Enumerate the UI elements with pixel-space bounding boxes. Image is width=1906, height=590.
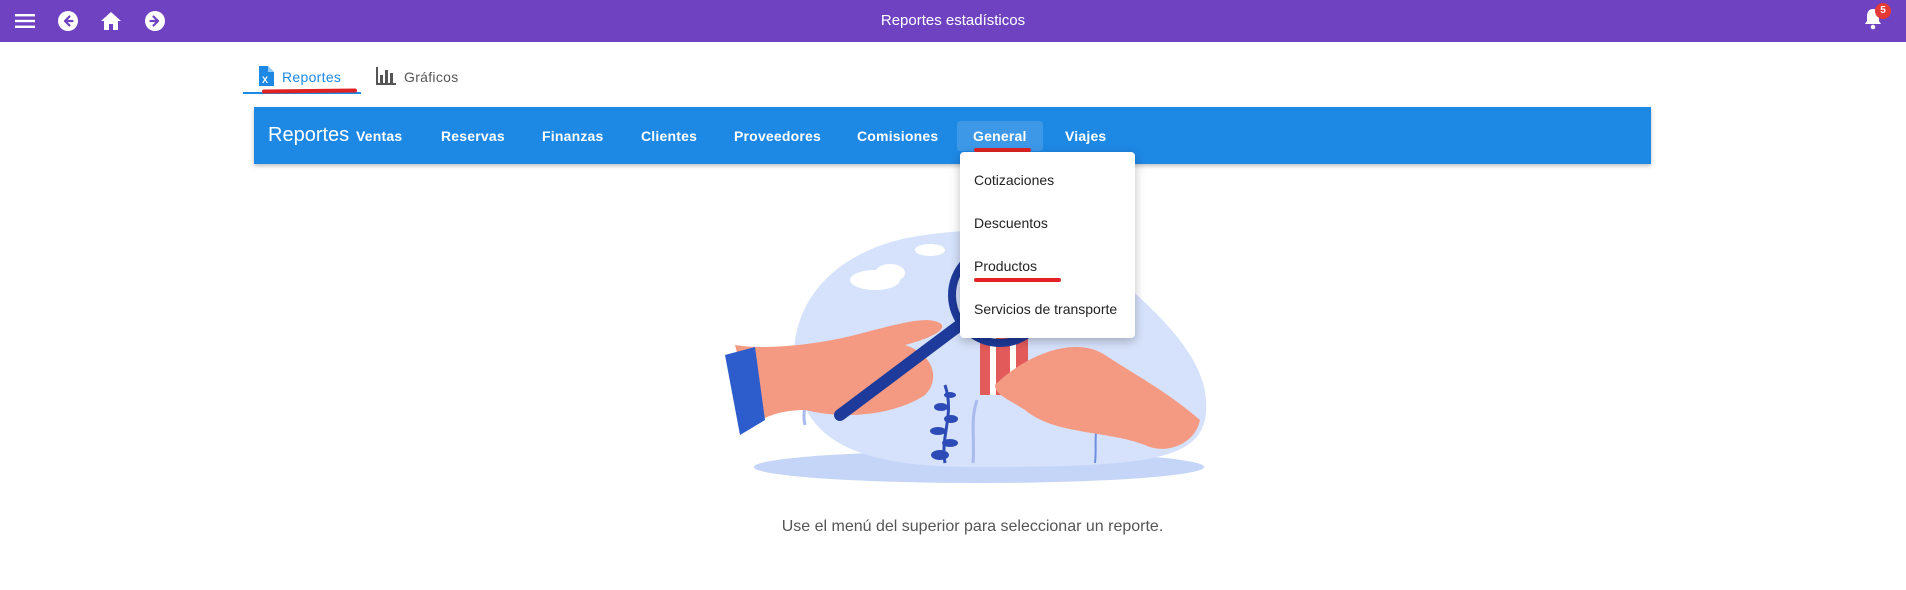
home-icon[interactable] [97,7,125,35]
annotation-underline [974,278,1061,282]
menu-item-general[interactable]: General [957,121,1043,151]
empty-state-message: Use el menú del superior para selecciona… [781,518,1164,535]
toolbar-title: Reportes [268,124,350,146]
tab-graficos[interactable]: Gráficos [376,62,459,92]
menu-item-proveedores[interactable]: Proveedores [718,121,837,151]
menu-item-comisiones[interactable]: Comisiones [841,121,954,151]
bar-chart-icon [376,66,396,88]
dropdown-item-descuentos[interactable]: Descuentos [960,203,1135,243]
tab-label: Gráficos [404,69,459,85]
app-bar: Reportes estadísticos 5 [0,0,1906,42]
general-dropdown-menu: Cotizaciones Descuentos Productos Servic… [960,152,1135,338]
menu-item-finanzas[interactable]: Finanzas [526,121,620,151]
menu-item-reservas[interactable]: Reservas [425,121,521,151]
back-icon[interactable] [54,7,82,35]
excel-file-icon: X [258,65,274,89]
menu-icon[interactable] [11,7,39,35]
dropdown-item-servicios-de-transporte[interactable]: Servicios de transporte [960,289,1135,329]
dropdown-item-cotizaciones[interactable]: Cotizaciones [960,160,1135,200]
tab-reportes[interactable]: X Reportes [258,62,341,92]
notifications-button[interactable]: 5 [1859,3,1891,35]
tab-label: Reportes [282,69,342,85]
menu-item-viajes[interactable]: Viajes [1049,121,1122,151]
page-title: Reportes estadísticos [880,12,1026,29]
notification-badge: 5 [1875,3,1891,19]
menu-item-ventas[interactable]: Ventas [340,121,418,151]
menu-item-clientes[interactable]: Clientes [625,121,713,151]
forward-icon[interactable] [141,7,169,35]
svg-text:X: X [262,75,268,85]
